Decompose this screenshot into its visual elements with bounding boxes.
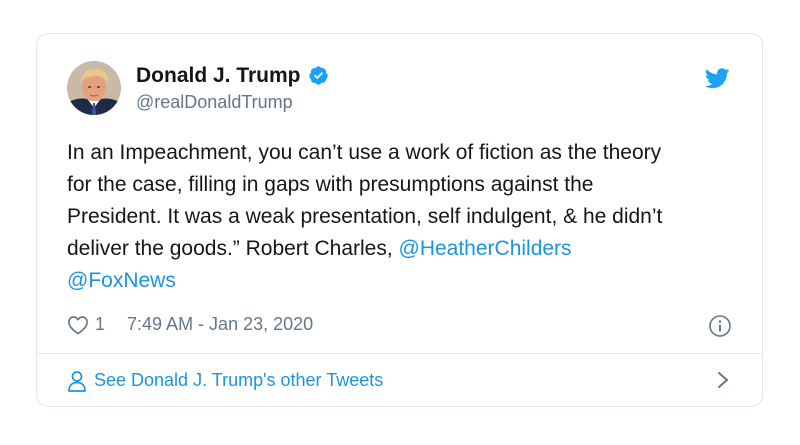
twitter-bird-icon[interactable] [705, 68, 730, 89]
other-tweets-label[interactable]: See Donald J. Trump's other Tweets [94, 370, 383, 391]
info-icon[interactable] [708, 314, 732, 338]
author-handle[interactable]: @realDonaldTrump [136, 90, 329, 114]
tweet-text: In an Impeachment, you can’t use a work … [67, 137, 737, 297]
tweet-meta: 1 7:49 AM - Jan 23, 2020 [67, 314, 313, 335]
author-display-name[interactable]: Donald J. Trump [136, 63, 301, 89]
chevron-right-icon[interactable] [716, 370, 730, 390]
like-count: 1 [95, 314, 106, 334]
tweet-header: Donald J. Trump @realDonaldTrump [67, 61, 329, 115]
mention-link[interactable]: @FoxNews [67, 269, 176, 292]
person-icon [68, 370, 86, 392]
verified-badge-icon [308, 66, 328, 85]
avatar[interactable] [67, 61, 121, 115]
name-row: Donald J. Trump [136, 63, 329, 89]
mention-link[interactable]: @HeatherChilders [399, 237, 572, 260]
author-names: Donald J. Trump @realDonaldTrump [136, 63, 329, 114]
heart-icon[interactable] [67, 315, 89, 335]
tweet-timestamp[interactable]: 7:49 AM - Jan 23, 2020 [127, 314, 313, 335]
other-tweets-link[interactable]: See Donald J. Trump's other Tweets [67, 354, 732, 407]
tweet-card[interactable]: Donald J. Trump @realDonaldTrump In an I… [36, 33, 763, 407]
tweet-text-body: In an Impeachment, you can’t use a work … [67, 141, 663, 260]
